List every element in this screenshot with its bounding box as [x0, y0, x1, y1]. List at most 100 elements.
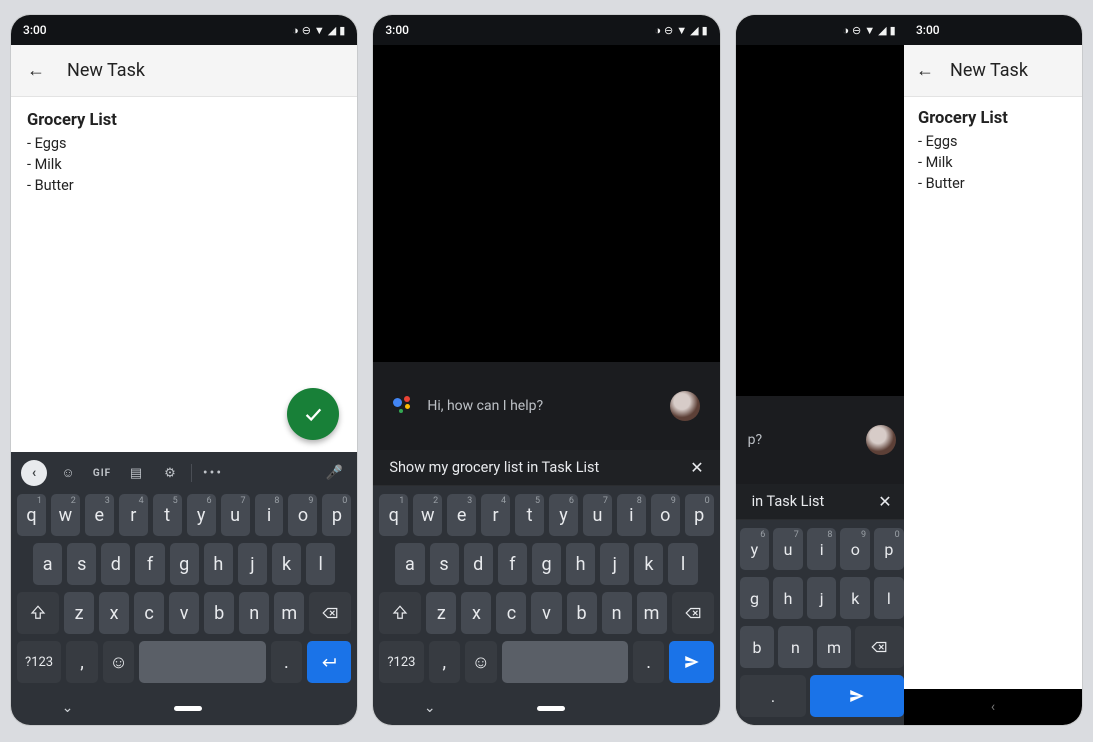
key-symbols[interactable]: ?123 — [17, 641, 61, 683]
key-l[interactable]: l — [668, 543, 697, 585]
key-enter[interactable] — [307, 641, 351, 683]
key-k[interactable]: k — [634, 543, 663, 585]
key-b[interactable]: b — [204, 592, 234, 634]
key-e[interactable]: e3 — [447, 494, 476, 536]
key-a[interactable]: a — [395, 543, 424, 585]
key-r[interactable]: r4 — [481, 494, 510, 536]
task-content[interactable]: Grocery List - Eggs - Milk - Butter — [904, 97, 1082, 689]
key-c[interactable]: c — [134, 592, 164, 634]
close-icon[interactable]: ✕ — [878, 492, 891, 511]
key-g[interactable]: g — [170, 543, 199, 585]
key-w[interactable]: w2 — [413, 494, 442, 536]
key-comma[interactable]: , — [429, 641, 461, 683]
key-q[interactable]: q1 — [379, 494, 408, 536]
key-y[interactable]: y6 — [549, 494, 578, 536]
key-x[interactable]: x — [99, 592, 129, 634]
key-n[interactable]: n — [239, 592, 269, 634]
key-j[interactable]: j — [238, 543, 267, 585]
key-z[interactable]: z — [426, 592, 456, 634]
avatar-icon[interactable] — [866, 425, 896, 455]
key-s[interactable]: s — [67, 543, 96, 585]
save-fab[interactable] — [287, 388, 339, 440]
key-x[interactable]: x — [461, 592, 491, 634]
key-b[interactable]: b — [567, 592, 597, 634]
key-j[interactable]: j — [807, 577, 837, 619]
nav-down-icon[interactable]: ⌄ — [62, 700, 74, 716]
key-period[interactable]: . — [633, 641, 665, 683]
key-space[interactable] — [139, 641, 265, 683]
key-f[interactable]: f — [135, 543, 164, 585]
key-f[interactable]: f — [498, 543, 527, 585]
key-p[interactable]: p0 — [685, 494, 714, 536]
key-backspace[interactable] — [309, 592, 351, 634]
sticker-icon[interactable]: ☺ — [55, 465, 81, 481]
key-i[interactable]: i8 — [617, 494, 646, 536]
key-h[interactable]: h — [566, 543, 595, 585]
key-s[interactable]: s — [430, 543, 459, 585]
key-p[interactable]: p0 — [874, 528, 904, 570]
key-t[interactable]: t5 — [515, 494, 544, 536]
key-y[interactable]: y6 — [740, 528, 770, 570]
key-d[interactable]: d — [101, 543, 130, 585]
key-emoji[interactable]: ☺ — [103, 641, 135, 683]
key-backspace[interactable] — [672, 592, 714, 634]
key-h[interactable]: h — [204, 543, 233, 585]
nav-home-pill[interactable] — [174, 706, 202, 711]
key-t[interactable]: t5 — [153, 494, 182, 536]
key-emoji[interactable]: ☺ — [465, 641, 497, 683]
close-icon[interactable]: ✕ — [690, 458, 703, 477]
back-icon[interactable]: ← — [916, 60, 934, 81]
key-l[interactable]: l — [306, 543, 335, 585]
key-g[interactable]: g — [532, 543, 561, 585]
key-space[interactable] — [502, 641, 628, 683]
key-symbols[interactable]: ?123 — [379, 641, 423, 683]
key-w[interactable]: w2 — [51, 494, 80, 536]
nav-home-pill[interactable] — [537, 706, 565, 711]
nav-down-icon[interactable]: ⌄ — [424, 700, 436, 716]
clipboard-icon[interactable]: ▤ — [123, 466, 149, 481]
mic-icon[interactable]: 🎤 — [321, 465, 347, 481]
key-n[interactable]: n — [778, 626, 813, 668]
key-o[interactable]: o9 — [840, 528, 870, 570]
key-g[interactable]: g — [740, 577, 770, 619]
key-m[interactable]: m — [637, 592, 667, 634]
key-c[interactable]: c — [496, 592, 526, 634]
key-a[interactable]: a — [33, 543, 62, 585]
key-u[interactable]: u7 — [583, 494, 612, 536]
key-backspace[interactable] — [855, 626, 903, 668]
settings-icon[interactable]: ⚙ — [157, 466, 183, 481]
key-m[interactable]: m — [817, 626, 852, 668]
key-u[interactable]: u7 — [773, 528, 803, 570]
key-period[interactable]: . — [740, 675, 807, 717]
key-send[interactable] — [669, 641, 713, 683]
assistant-query-input[interactable]: Show my grocery list in Task List — [389, 459, 690, 476]
nav-back-icon[interactable]: ‹ — [991, 699, 995, 715]
key-shift[interactable] — [17, 592, 59, 634]
assistant-query-input[interactable]: in Task List — [752, 493, 879, 510]
key-h[interactable]: h — [773, 577, 803, 619]
more-icon[interactable]: ••• — [200, 465, 226, 481]
back-icon[interactable]: ← — [27, 60, 45, 81]
key-b[interactable]: b — [740, 626, 775, 668]
key-l[interactable]: l — [874, 577, 904, 619]
key-v[interactable]: v — [531, 592, 561, 634]
key-y[interactable]: y6 — [187, 494, 216, 536]
key-r[interactable]: r4 — [119, 494, 148, 536]
key-o[interactable]: o9 — [651, 494, 680, 536]
key-j[interactable]: j — [600, 543, 629, 585]
task-content[interactable]: Grocery List - Eggs - Milk - Butter — [11, 97, 357, 452]
key-m[interactable]: m — [274, 592, 304, 634]
key-period[interactable]: . — [271, 641, 303, 683]
key-k[interactable]: k — [272, 543, 301, 585]
key-z[interactable]: z — [64, 592, 94, 634]
keyboard-chevron-icon[interactable]: ‹ — [21, 460, 47, 486]
key-send[interactable] — [810, 675, 903, 717]
key-i[interactable]: i8 — [807, 528, 837, 570]
key-d[interactable]: d — [464, 543, 493, 585]
gif-icon[interactable]: GIF — [89, 468, 115, 479]
key-v[interactable]: v — [169, 592, 199, 634]
key-shift[interactable] — [379, 592, 421, 634]
key-i[interactable]: i8 — [255, 494, 284, 536]
key-k[interactable]: k — [840, 577, 870, 619]
key-comma[interactable]: , — [66, 641, 98, 683]
